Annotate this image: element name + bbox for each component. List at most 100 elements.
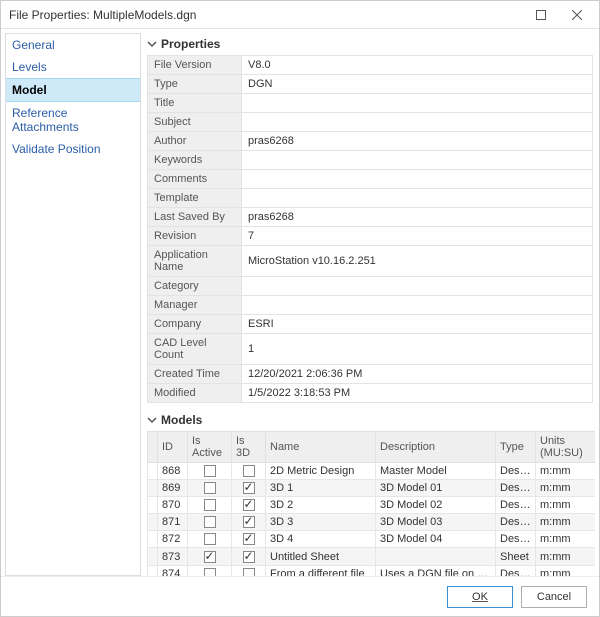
cell-is3d[interactable] bbox=[232, 463, 266, 480]
property-key: File Version bbox=[148, 56, 242, 75]
property-key: Application Name bbox=[148, 246, 242, 277]
property-key: Title bbox=[148, 94, 242, 113]
close-button[interactable] bbox=[559, 1, 595, 29]
checkbox-icon bbox=[243, 499, 255, 511]
table-row[interactable]: 874 From a different fileUses a DGN file … bbox=[148, 565, 596, 576]
cell-name: 2D Metric Design bbox=[266, 463, 376, 480]
cell-active[interactable] bbox=[188, 463, 232, 480]
property-value[interactable] bbox=[242, 189, 593, 208]
property-value[interactable]: pras6268 bbox=[242, 132, 593, 151]
property-row: Subject bbox=[148, 113, 593, 132]
property-key: Created Time bbox=[148, 365, 242, 384]
cell-desc: 3D Model 04 bbox=[376, 531, 496, 548]
property-value[interactable]: ESRI bbox=[242, 315, 593, 334]
models-table: ID Is Active Is 3D Name Description Type… bbox=[147, 431, 595, 576]
property-value[interactable] bbox=[242, 113, 593, 132]
cell-id: 868 bbox=[158, 463, 188, 480]
checkbox-icon bbox=[204, 482, 216, 494]
property-value[interactable] bbox=[242, 151, 593, 170]
cell-is3d[interactable] bbox=[232, 531, 266, 548]
table-row[interactable]: 8713D 33D Model 03Designm:mm bbox=[148, 514, 596, 531]
cell-id: 874 bbox=[158, 565, 188, 576]
sidebar-item-reference-attachments[interactable]: Reference Attachments bbox=[6, 102, 140, 138]
col-active[interactable]: Is Active bbox=[188, 432, 232, 463]
cancel-button[interactable]: Cancel bbox=[521, 586, 587, 608]
col-name[interactable]: Name bbox=[266, 432, 376, 463]
table-row[interactable]: 873Untitled SheetSheetm:mm bbox=[148, 548, 596, 565]
cell-desc bbox=[376, 548, 496, 565]
cell-active[interactable] bbox=[188, 514, 232, 531]
table-row[interactable]: 8682D Metric DesignMaster ModelDesignm:m… bbox=[148, 463, 596, 480]
col-blank[interactable] bbox=[148, 432, 158, 463]
property-key: Author bbox=[148, 132, 242, 151]
cell-is3d[interactable] bbox=[232, 565, 266, 576]
cell-id: 871 bbox=[158, 514, 188, 531]
property-row: Template bbox=[148, 189, 593, 208]
property-row: Authorpras6268 bbox=[148, 132, 593, 151]
table-row[interactable]: 8703D 23D Model 02Designm:mm bbox=[148, 497, 596, 514]
table-row[interactable]: 8723D 43D Model 04Designm:mm bbox=[148, 531, 596, 548]
chevron-down-icon bbox=[147, 39, 161, 49]
property-value[interactable] bbox=[242, 296, 593, 315]
main-panel: Properties File VersionV8.0 Type DGNTitleS… bbox=[145, 33, 595, 576]
table-row[interactable]: 8693D 13D Model 01Designm:mm bbox=[148, 480, 596, 497]
col-id[interactable]: ID bbox=[158, 432, 188, 463]
cell-active[interactable] bbox=[188, 480, 232, 497]
cell-desc: Uses a DGN file on Disk bbox=[376, 565, 496, 576]
property-key: Manager bbox=[148, 296, 242, 315]
cell-active[interactable] bbox=[188, 548, 232, 565]
property-value[interactable]: 1/5/2022 3:18:53 PM bbox=[242, 384, 593, 403]
property-value[interactable] bbox=[242, 94, 593, 113]
property-value[interactable]: 1 bbox=[242, 334, 593, 365]
checkbox-icon bbox=[243, 465, 255, 477]
property-value[interactable] bbox=[242, 277, 593, 296]
property-value[interactable]: 7 bbox=[242, 227, 593, 246]
col-units[interactable]: Units (MU:SU) bbox=[536, 432, 596, 463]
col-desc[interactable]: Description bbox=[376, 432, 496, 463]
cell-name: 3D 1 bbox=[266, 480, 376, 497]
cell-is3d[interactable] bbox=[232, 497, 266, 514]
property-row: Title bbox=[148, 94, 593, 113]
property-value[interactable]: V8.0 bbox=[242, 56, 593, 75]
property-row: Category bbox=[148, 277, 593, 296]
cell-type: Design bbox=[496, 565, 536, 576]
checkbox-icon bbox=[204, 533, 216, 545]
sidebar-item-levels[interactable]: Levels bbox=[6, 56, 140, 78]
ok-button[interactable]: OK bbox=[447, 586, 513, 608]
cell-is3d[interactable] bbox=[232, 514, 266, 531]
sidebar-item-general[interactable]: General bbox=[6, 34, 140, 56]
cell-is3d[interactable] bbox=[232, 548, 266, 565]
cell-type: Design bbox=[496, 514, 536, 531]
cell-name: From a different file bbox=[266, 565, 376, 576]
property-value[interactable]: pras6268 bbox=[242, 208, 593, 227]
property-key: Keywords bbox=[148, 151, 242, 170]
chevron-down-icon bbox=[147, 415, 161, 425]
row-handle bbox=[148, 480, 158, 497]
property-value[interactable]: 12/20/2021 2:06:36 PM bbox=[242, 365, 593, 384]
sidebar-item-validate-position[interactable]: Validate Position bbox=[6, 138, 140, 160]
cell-active[interactable] bbox=[188, 565, 232, 576]
property-row: CompanyESRI bbox=[148, 315, 593, 334]
col-is3d[interactable]: Is 3D bbox=[232, 432, 266, 463]
row-handle bbox=[148, 531, 158, 548]
property-value[interactable] bbox=[242, 170, 593, 189]
property-key: Company bbox=[148, 315, 242, 334]
cell-is3d[interactable] bbox=[232, 480, 266, 497]
cell-active[interactable] bbox=[188, 497, 232, 514]
col-type[interactable]: Type bbox=[496, 432, 536, 463]
cell-units: m:mm bbox=[536, 514, 596, 531]
property-value[interactable]: MicroStation v10.16.2.251 bbox=[242, 246, 593, 277]
maximize-icon bbox=[536, 10, 546, 20]
cell-desc: 3D Model 01 bbox=[376, 480, 496, 497]
models-header[interactable]: Models bbox=[147, 409, 593, 431]
property-key: Last Saved By bbox=[148, 208, 242, 227]
sidebar-item-model[interactable]: Model bbox=[6, 78, 140, 102]
cell-id: 872 bbox=[158, 531, 188, 548]
cell-active[interactable] bbox=[188, 531, 232, 548]
cell-type: Design bbox=[496, 497, 536, 514]
dialog-window: File Properties: MultipleModels.dgn Gene… bbox=[0, 0, 600, 617]
maximize-button[interactable] bbox=[523, 1, 559, 29]
properties-title: Properties bbox=[161, 37, 220, 51]
property-value[interactable]: DGN bbox=[242, 75, 593, 94]
properties-header[interactable]: Properties bbox=[147, 33, 593, 55]
